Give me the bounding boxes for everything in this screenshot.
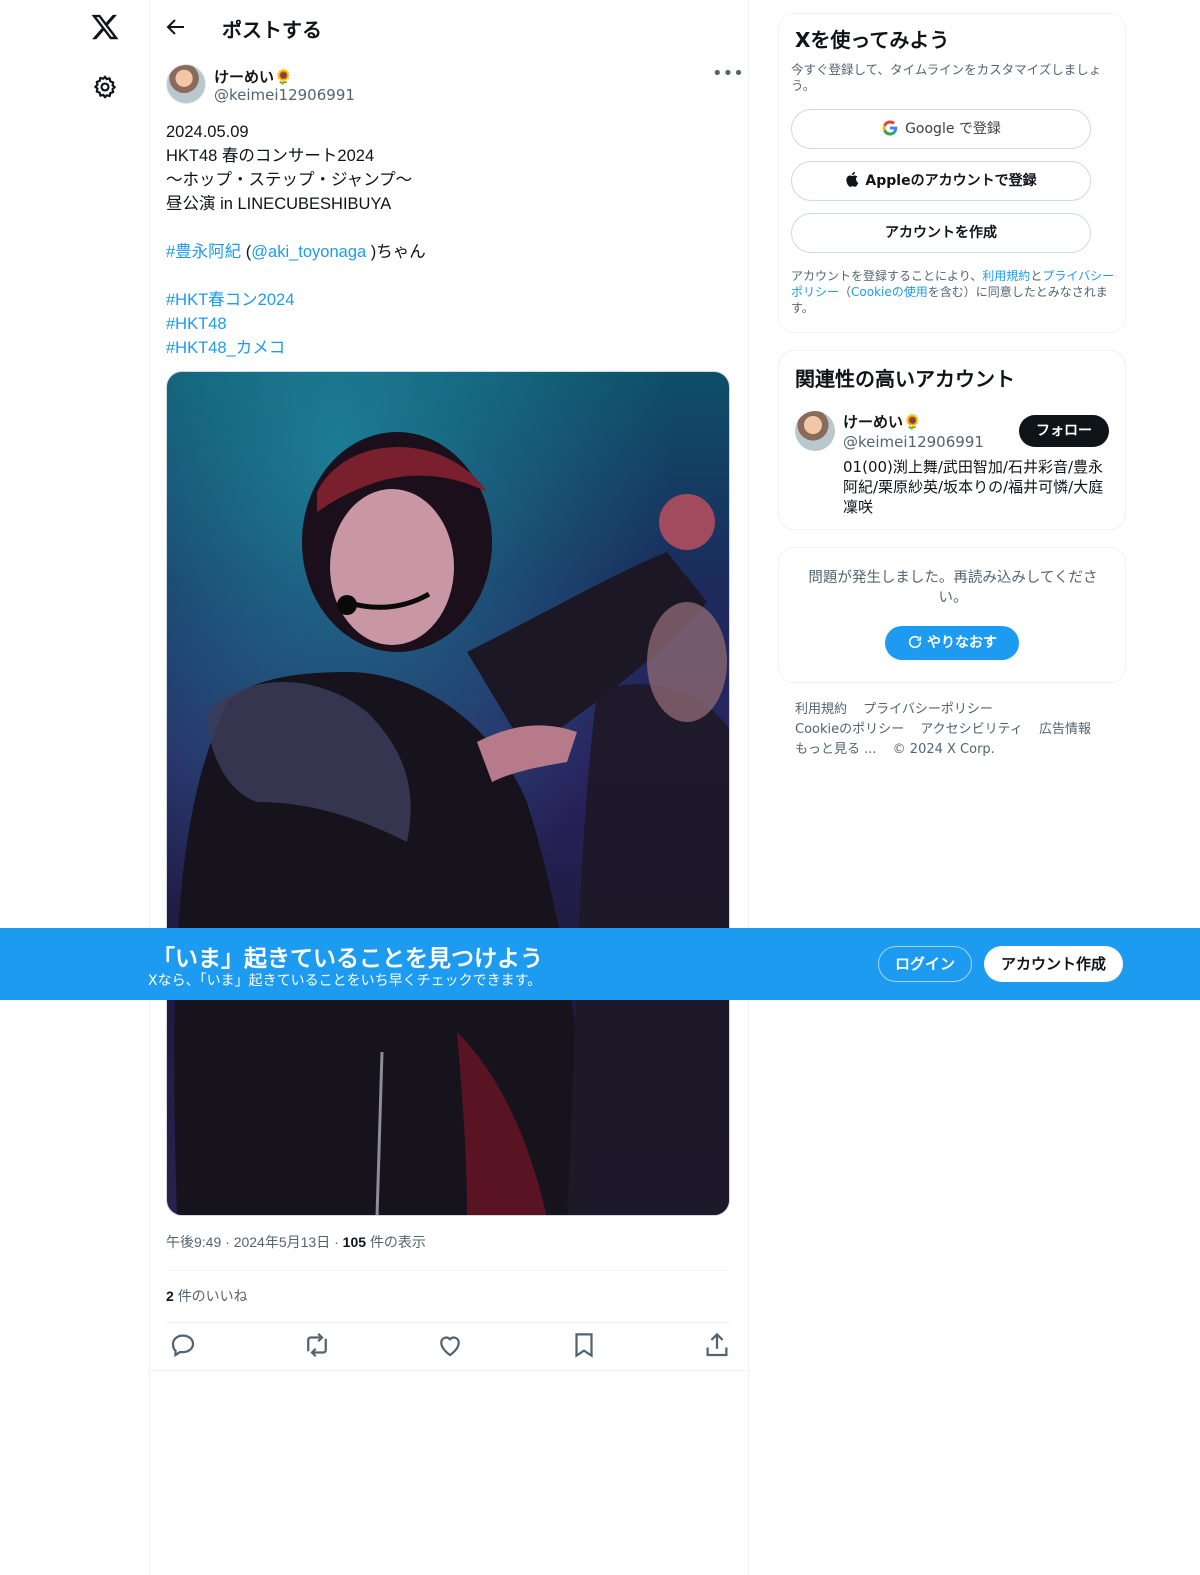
apple-signup-label: Appleのアカウントで登録 xyxy=(865,173,1037,189)
hashtag-link[interactable]: #HKT春コン2024 xyxy=(166,291,294,309)
post-text-blank xyxy=(166,264,736,288)
post-text: 2024.05.09 HKT48 春のコンサート2024 〜ホップ・ステップ・ジ… xyxy=(166,120,736,360)
post-mention-line: #豊永阿紀 (@aki_toyonaga )ちゃん xyxy=(166,240,736,264)
post-text-line: 2024.05.09 xyxy=(166,123,249,141)
left-rail xyxy=(0,0,150,1575)
mention-link[interactable]: @aki_toyonaga xyxy=(251,243,366,261)
post-text-line: 昼公演 in LINECUBESHIBUYA xyxy=(166,195,392,213)
legal-text: （ xyxy=(839,285,852,299)
avatar[interactable] xyxy=(795,411,835,451)
bookmark-icon[interactable] xyxy=(569,1330,599,1360)
create-account-label: アカウントを作成 xyxy=(885,225,997,241)
apple-icon xyxy=(846,171,859,187)
error-message: 問題が発生しました。再読み込みしてください。 xyxy=(808,570,1098,606)
views-label: 件の表示 xyxy=(369,1234,426,1250)
avatar[interactable] xyxy=(166,64,206,104)
more-icon[interactable]: ••• xyxy=(712,65,744,90)
footer-link[interactable]: Cookieのポリシー xyxy=(795,722,904,737)
legal-text: と xyxy=(1030,269,1043,283)
signup-button[interactable]: アカウント作成 xyxy=(984,946,1123,982)
related-handle[interactable]: @keimei12906991 xyxy=(843,433,984,451)
top-bar: ポストする xyxy=(150,0,750,54)
error-card: 問題が発生しました。再読み込みしてください。 やりなおす xyxy=(778,547,1126,683)
copyright: © 2024 X Corp. xyxy=(892,742,995,757)
post-date[interactable]: 2024年5月13日 xyxy=(234,1234,331,1250)
meta-separator: · xyxy=(334,1234,339,1250)
hashtag-link[interactable]: #HKT48_カメコ xyxy=(166,339,285,357)
related-name[interactable]: けーめい🌻 xyxy=(843,411,922,432)
views-count: 105 xyxy=(342,1234,367,1250)
post-meta: 午後9:49 · 2024年5月13日 · 105 件の表示 xyxy=(166,1232,426,1252)
post-author: けーめい🌻 @keimei12906991 ••• xyxy=(166,64,744,108)
create-account-button[interactable]: アカウントを作成 xyxy=(791,213,1091,253)
footer-link[interactable]: プライバシーポリシー xyxy=(863,702,993,717)
banner-subtitle: Xなら、「いま」起きていることをいち早くチェックできます。 xyxy=(148,973,542,989)
divider xyxy=(150,1370,750,1371)
login-button[interactable]: ログイン xyxy=(878,946,972,982)
divider xyxy=(166,1270,730,1271)
likes-link[interactable]: 2 件のいいね xyxy=(166,1286,248,1306)
signup-card: Xを使ってみよう 今すぐ登録して、タイムラインをカスタマイズしましょう。 Goo… xyxy=(778,13,1126,333)
main-column: ポストする けーめい🌻 @keimei12906991 ••• 2024.05.… xyxy=(149,0,750,1575)
google-icon xyxy=(882,120,898,136)
hashtag-line: #HKT春コン2024 xyxy=(166,288,736,312)
footer-link[interactable]: アクセシビリティ xyxy=(920,722,1023,737)
share-icon[interactable] xyxy=(702,1330,732,1360)
mention-open: ( xyxy=(241,243,252,261)
likes-count: 2 xyxy=(166,1288,174,1304)
google-signup-button[interactable]: Google で登録 xyxy=(791,109,1091,149)
banner-title: 「いま」起きていることを見つけよう xyxy=(152,946,543,972)
cookie-link[interactable]: Cookieの使用 xyxy=(851,285,928,299)
related-accounts-card: 関連性の高いアカウント けーめい🌻 @keimei12906991 フォロー 0… xyxy=(778,350,1126,530)
signup-title: Xを使ってみよう xyxy=(795,28,950,52)
hashtag-line: #HKT48_カメコ xyxy=(166,336,736,360)
retry-label: やりなおす xyxy=(927,635,997,651)
hashtag-link[interactable]: #HKT48 xyxy=(166,315,227,333)
retry-button[interactable]: やりなおす xyxy=(885,626,1019,660)
concert-photo-illustration xyxy=(167,372,729,1215)
likes-label: 件のいいね xyxy=(177,1288,248,1304)
mention-suffix: )ちゃん xyxy=(366,243,426,261)
post-time[interactable]: 午後9:49 xyxy=(166,1234,221,1250)
follow-button[interactable]: フォロー xyxy=(1019,415,1109,447)
like-icon[interactable] xyxy=(435,1330,465,1360)
divider xyxy=(166,1322,730,1323)
x-logo-icon[interactable] xyxy=(90,12,120,42)
gear-icon[interactable] xyxy=(92,74,118,100)
post-photo[interactable] xyxy=(166,371,730,1216)
related-bio: 01(00)渕上舞/武田智加/石井彩音/豊永阿紀/栗原紗英/坂本りの/福井可憐/… xyxy=(843,458,1104,516)
post-actions xyxy=(166,1330,730,1360)
arrow-left-icon[interactable] xyxy=(164,15,188,39)
footer-link[interactable]: 広告情報 xyxy=(1039,722,1091,737)
reply-icon[interactable] xyxy=(168,1330,198,1360)
related-title: 関連性の高いアカウント xyxy=(795,367,1015,391)
page-title: ポストする xyxy=(222,18,322,42)
post-text-line: 〜ホップ・ステップ・ジャンプ〜 xyxy=(166,171,413,189)
apple-signup-button[interactable]: Appleのアカウントで登録 xyxy=(791,161,1091,201)
signup-legal: アカウントを登録することにより、利用規約とプライバシーポリシー（Cookieの使… xyxy=(791,268,1116,316)
refresh-icon xyxy=(908,635,922,649)
footer-links: 利用規約 プライバシーポリシー Cookieのポリシー アクセシビリティ 広告情… xyxy=(795,700,1125,760)
signup-banner: 「いま」起きていることを見つけよう Xなら、「いま」起きていることをいち早くチェ… xyxy=(0,928,1200,1000)
author-handle[interactable]: @keimei12906991 xyxy=(214,86,355,104)
author-name[interactable]: けーめい🌻 xyxy=(214,66,293,87)
hashtag-line: #HKT48 xyxy=(166,312,736,336)
meta-separator: · xyxy=(225,1234,230,1250)
retweet-icon[interactable] xyxy=(302,1330,332,1360)
post-text-line: HKT48 春のコンサート2024 xyxy=(166,147,375,165)
hashtag-link[interactable]: #豊永阿紀 xyxy=(166,243,241,261)
post-text-blank xyxy=(166,216,736,240)
google-signup-label: Google で登録 xyxy=(905,121,1001,137)
legal-text: アカウントを登録することにより、 xyxy=(791,269,983,283)
footer-link[interactable]: もっと見る ... xyxy=(795,742,877,757)
signup-subtitle: 今すぐ登録して、タイムラインをカスタマイズしましょう。 xyxy=(791,62,1102,93)
footer-link[interactable]: 利用規約 xyxy=(795,702,847,717)
terms-link[interactable]: 利用規約 xyxy=(982,269,1030,283)
